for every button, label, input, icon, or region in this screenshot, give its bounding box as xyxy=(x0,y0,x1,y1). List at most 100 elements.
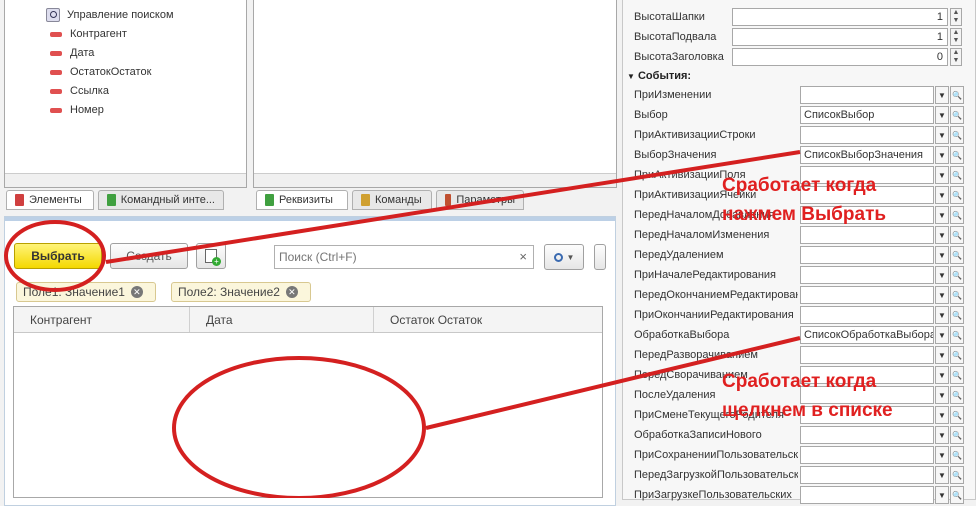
tree-item[interactable]: Дата xyxy=(46,44,94,62)
spin-button[interactable]: ▲ ▼ xyxy=(950,48,962,66)
open-handler-icon[interactable]: 🔍 xyxy=(950,346,964,364)
open-handler-icon[interactable]: 🔍 xyxy=(950,426,964,444)
attributes-scrollbar[interactable] xyxy=(254,173,616,187)
event-handler-input[interactable] xyxy=(800,346,934,364)
open-handler-icon[interactable]: 🔍 xyxy=(950,266,964,284)
tree-item[interactable]: Управление поиском xyxy=(46,6,174,24)
dropdown-arrow-icon[interactable]: ▼ xyxy=(935,466,949,484)
tree-item[interactable]: Ссылка xyxy=(46,82,109,100)
collapse-triangle-icon: ▼ xyxy=(627,72,635,81)
property-number-input[interactable]: 1 xyxy=(732,28,948,46)
list-table[interactable]: Контрагент Дата Остаток Остаток xyxy=(13,306,603,498)
event-handler-input[interactable] xyxy=(800,246,934,264)
dropdown-arrow-icon[interactable]: ▼ xyxy=(935,106,949,124)
open-handler-icon[interactable]: 🔍 xyxy=(950,86,964,104)
property-number-input[interactable]: 0 xyxy=(732,48,948,66)
filter-chip-2[interactable]: Поле2: Значение2 ✕ xyxy=(171,282,311,302)
event-handler-input[interactable] xyxy=(800,446,934,464)
tree-item[interactable]: Номер xyxy=(46,101,104,119)
event-handler-input[interactable] xyxy=(800,226,934,244)
event-handler-input[interactable] xyxy=(800,286,934,304)
event-handler-input[interactable] xyxy=(800,466,934,484)
open-handler-icon[interactable]: 🔍 xyxy=(950,186,964,204)
tab-left-tabs-0[interactable]: Элементы xyxy=(6,190,94,210)
dropdown-arrow-icon[interactable]: ▼ xyxy=(935,326,949,344)
dropdown-arrow-icon[interactable]: ▼ xyxy=(935,386,949,404)
open-handler-icon[interactable]: 🔍 xyxy=(950,146,964,164)
column-header[interactable]: Дата xyxy=(190,307,374,332)
close-icon[interactable]: ✕ xyxy=(130,286,143,298)
dropdown-arrow-icon[interactable]: ▼ xyxy=(935,166,949,184)
dropdown-arrow-icon[interactable]: ▼ xyxy=(935,406,949,424)
tree-item[interactable]: Контрагент xyxy=(46,25,127,43)
create-button[interactable]: Создать xyxy=(110,243,188,269)
open-handler-icon[interactable]: 🔍 xyxy=(950,366,964,384)
search-button[interactable]: ▼ xyxy=(544,244,584,270)
open-handler-icon[interactable]: 🔍 xyxy=(950,326,964,344)
tab-mid-tabs-2[interactable]: Параметры xyxy=(436,190,524,210)
dropdown-arrow-icon[interactable]: ▼ xyxy=(935,366,949,384)
dropdown-arrow-icon[interactable]: ▼ xyxy=(935,206,949,224)
close-icon[interactable]: ✕ xyxy=(285,286,298,298)
property-number-input[interactable]: 1 xyxy=(732,8,948,26)
dropdown-arrow-icon[interactable]: ▼ xyxy=(935,146,949,164)
open-handler-icon[interactable]: 🔍 xyxy=(950,446,964,464)
open-handler-icon[interactable]: 🔍 xyxy=(950,306,964,324)
event-handler-input[interactable] xyxy=(800,266,934,284)
dropdown-arrow-icon[interactable]: ▼ xyxy=(935,286,949,304)
event-handler-input[interactable]: СписокВыбор xyxy=(800,106,934,124)
tree-scrollbar[interactable] xyxy=(5,173,246,187)
tab-icon xyxy=(107,194,116,206)
select-button[interactable]: Выбрать xyxy=(14,243,102,269)
dropdown-arrow-icon[interactable]: ▼ xyxy=(935,246,949,264)
open-handler-icon[interactable]: 🔍 xyxy=(950,406,964,424)
open-handler-icon[interactable]: 🔍 xyxy=(950,206,964,224)
clear-search-icon[interactable]: × xyxy=(519,249,527,264)
open-handler-icon[interactable]: 🔍 xyxy=(950,466,964,484)
events-section-header[interactable]: ▼ События: xyxy=(627,70,691,82)
event-handler-input[interactable] xyxy=(800,86,934,104)
event-handler-input[interactable] xyxy=(800,426,934,444)
dropdown-arrow-icon[interactable]: ▼ xyxy=(935,226,949,244)
dropdown-arrow-icon[interactable]: ▼ xyxy=(935,486,949,504)
event-handler-input[interactable] xyxy=(800,306,934,324)
more-button[interactable] xyxy=(594,244,606,270)
dropdown-arrow-icon[interactable]: ▼ xyxy=(935,446,949,464)
dropdown-arrow-icon[interactable]: ▼ xyxy=(935,426,949,444)
dropdown-arrow-icon[interactable]: ▼ xyxy=(935,126,949,144)
event-handler-input[interactable] xyxy=(800,486,934,504)
search-input[interactable] xyxy=(275,246,505,268)
dropdown-arrow-icon: ▼ xyxy=(566,252,575,262)
open-handler-icon[interactable]: 🔍 xyxy=(950,126,964,144)
open-handler-icon[interactable]: 🔍 xyxy=(950,106,964,124)
dropdown-arrow-icon[interactable]: ▼ xyxy=(935,266,949,284)
tab-mid-tabs-0[interactable]: Реквизиты xyxy=(256,190,348,210)
tab-mid-tabs-1[interactable]: Команды xyxy=(352,190,432,210)
filter-chip-1[interactable]: Поле1: Значение1 ✕ xyxy=(16,282,156,302)
event-handler-input[interactable]: СписокВыборЗначения xyxy=(800,146,934,164)
spin-button[interactable]: ▲ ▼ xyxy=(950,28,962,46)
tree-item-label: Дата xyxy=(70,47,95,59)
add-copy-button[interactable]: + xyxy=(196,243,226,269)
event-handler-input[interactable] xyxy=(800,126,934,144)
event-row: ПередЗагрузкойПользовательских ▼ 🔍 xyxy=(634,465,964,485)
open-handler-icon[interactable]: 🔍 xyxy=(950,486,964,504)
dropdown-arrow-icon[interactable]: ▼ xyxy=(935,86,949,104)
open-handler-icon[interactable]: 🔍 xyxy=(950,246,964,264)
spin-button[interactable]: ▲ ▼ xyxy=(950,8,962,26)
select-note-line1: Сработает когда xyxy=(722,175,877,196)
dropdown-arrow-icon[interactable]: ▼ xyxy=(935,186,949,204)
dropdown-arrow-icon[interactable]: ▼ xyxy=(935,306,949,324)
search-icon xyxy=(46,8,60,22)
tree-item[interactable]: ОстатокОстаток xyxy=(46,63,151,81)
open-handler-icon[interactable]: 🔍 xyxy=(950,286,964,304)
open-handler-icon[interactable]: 🔍 xyxy=(950,166,964,184)
tab-left-tabs-1[interactable]: Командный инте... xyxy=(98,190,224,210)
open-handler-icon[interactable]: 🔍 xyxy=(950,386,964,404)
dropdown-arrow-icon[interactable]: ▼ xyxy=(935,346,949,364)
column-header[interactable]: Контрагент xyxy=(14,307,190,332)
open-handler-icon[interactable]: 🔍 xyxy=(950,226,964,244)
event-handler-input[interactable]: СписокОбработкаВыбора xyxy=(800,326,934,344)
search-field[interactable]: × xyxy=(274,245,534,269)
column-header[interactable]: Остаток Остаток xyxy=(374,307,602,332)
